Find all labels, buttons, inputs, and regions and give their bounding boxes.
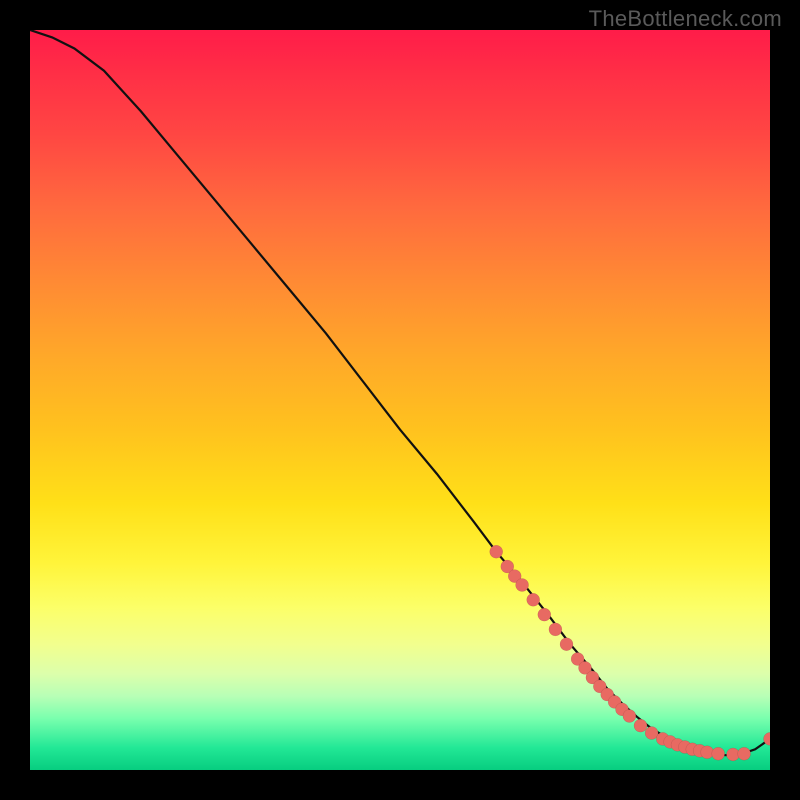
data-point <box>738 747 751 760</box>
bottleneck-curve-line <box>30 30 770 755</box>
data-point <box>623 709 636 722</box>
data-points-group <box>490 545 770 761</box>
data-point <box>712 747 725 760</box>
data-point <box>549 623 562 636</box>
data-point <box>527 593 540 606</box>
data-point <box>538 608 551 621</box>
watermark-text: TheBottleneck.com <box>589 6 782 32</box>
data-point <box>516 579 529 592</box>
data-point <box>490 545 503 558</box>
plot-area <box>30 30 770 770</box>
chart-svg <box>30 30 770 770</box>
data-point <box>560 638 573 651</box>
data-point <box>634 719 647 732</box>
